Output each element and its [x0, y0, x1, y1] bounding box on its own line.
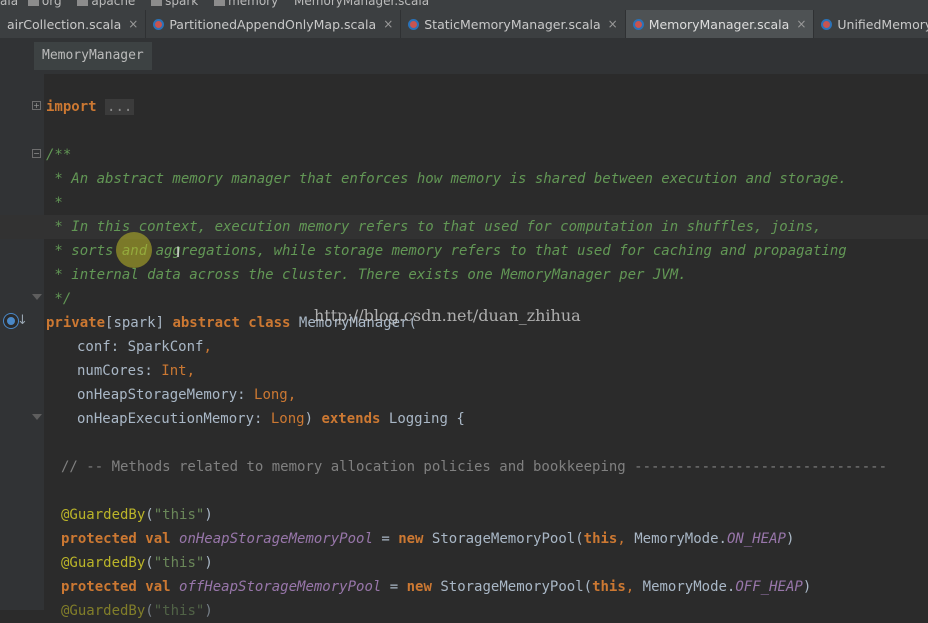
fold-end-icon[interactable] — [32, 294, 42, 302]
implemented-by-icon[interactable] — [4, 314, 18, 328]
scala-file-icon — [821, 18, 833, 30]
code-line: onHeapStorageMemory: Long, — [77, 387, 297, 403]
navigation-breadcrumb: ala org apache spark memory MemoryManage… — [0, 0, 928, 10]
code-line: // -- Methods related to memory allocati… — [61, 459, 888, 475]
folder-icon — [77, 0, 89, 6]
code-line: * sorts and aggregations, while storage … — [46, 243, 847, 259]
fold-end-icon[interactable] — [32, 414, 42, 422]
tab-label: UnifiedMemoryManager — [837, 16, 928, 32]
editor-tab-bar: airCollection.scala × PartitionedAppendO… — [0, 10, 928, 39]
code-line: numCores: Int, — [77, 363, 196, 379]
breadcrumb-item[interactable]: spark — [151, 0, 204, 8]
breadcrumb-item[interactable]: org — [27, 0, 68, 8]
code-line: onHeapExecutionMemory: Long) extends Log… — [77, 411, 465, 427]
tab-paircollection[interactable]: airCollection.scala × — [0, 10, 147, 38]
code-line: @GuardedBy("this") — [61, 603, 213, 619]
folder-icon — [151, 0, 163, 6]
tab-label: MemoryManager.scala — [648, 16, 790, 32]
close-icon[interactable]: × — [608, 17, 618, 31]
code-line: * In this context, execution memory refe… — [46, 219, 822, 235]
code-line: */ — [46, 291, 72, 307]
code-line: @GuardedBy("this") — [61, 555, 213, 571]
scala-file-icon — [408, 18, 420, 30]
structure-breadcrumb[interactable]: MemoryManager — [34, 42, 152, 70]
code-line: * — [46, 195, 63, 211]
code-line: * internal data across the cluster. Ther… — [46, 267, 687, 283]
folder-icon — [214, 0, 226, 6]
tab-partitionedappendonlymap[interactable]: PartitionedAppendOnlyMap.scala × — [146, 10, 402, 38]
close-icon[interactable]: × — [383, 17, 393, 31]
breadcrumb-item[interactable]: memory — [214, 0, 284, 8]
code-line: protected val offHeapStorageMemoryPool =… — [61, 579, 812, 595]
folder-icon — [27, 0, 39, 6]
scala-file-icon — [632, 18, 644, 30]
code-line: @GuardedBy("this") — [61, 507, 213, 523]
scala-file-icon — [153, 18, 165, 30]
pointer-highlight — [116, 232, 152, 268]
folded-region[interactable]: ... — [105, 99, 135, 115]
tab-label: airCollection.scala — [7, 16, 122, 32]
arrow-down-icon[interactable]: ↓ — [17, 313, 28, 328]
watermark: http://blog.csdn.net/duan_zhihua — [314, 306, 581, 325]
code-line: conf: SparkConf, — [77, 339, 212, 355]
fold-expand-icon[interactable]: + — [32, 101, 41, 110]
code-line: * An abstract memory manager that enforc… — [46, 171, 847, 187]
close-icon[interactable]: × — [128, 17, 138, 31]
text-cursor-icon: I — [176, 245, 181, 261]
breadcrumb-item[interactable]: ala — [0, 0, 18, 8]
tab-memorymanager[interactable]: MemoryManager.scala × — [625, 10, 815, 38]
code-line: /** — [46, 147, 72, 163]
tab-unifiedmemorymanager[interactable]: UnifiedMemoryManager — [814, 10, 928, 38]
breadcrumb-item[interactable]: apache — [77, 0, 141, 8]
code-line: protected val onHeapStorageMemoryPool = … — [61, 531, 795, 547]
code-line: import ... — [46, 99, 135, 115]
breadcrumb-item[interactable]: MemoryManager.scala — [294, 0, 429, 8]
fold-collapse-icon[interactable]: − — [32, 149, 41, 158]
close-icon[interactable]: × — [796, 17, 806, 31]
tab-label: PartitionedAppendOnlyMap.scala — [169, 16, 377, 32]
tab-staticmemorymanager[interactable]: StaticMemoryManager.scala × — [401, 10, 626, 38]
tab-label: StaticMemoryManager.scala — [424, 16, 601, 32]
